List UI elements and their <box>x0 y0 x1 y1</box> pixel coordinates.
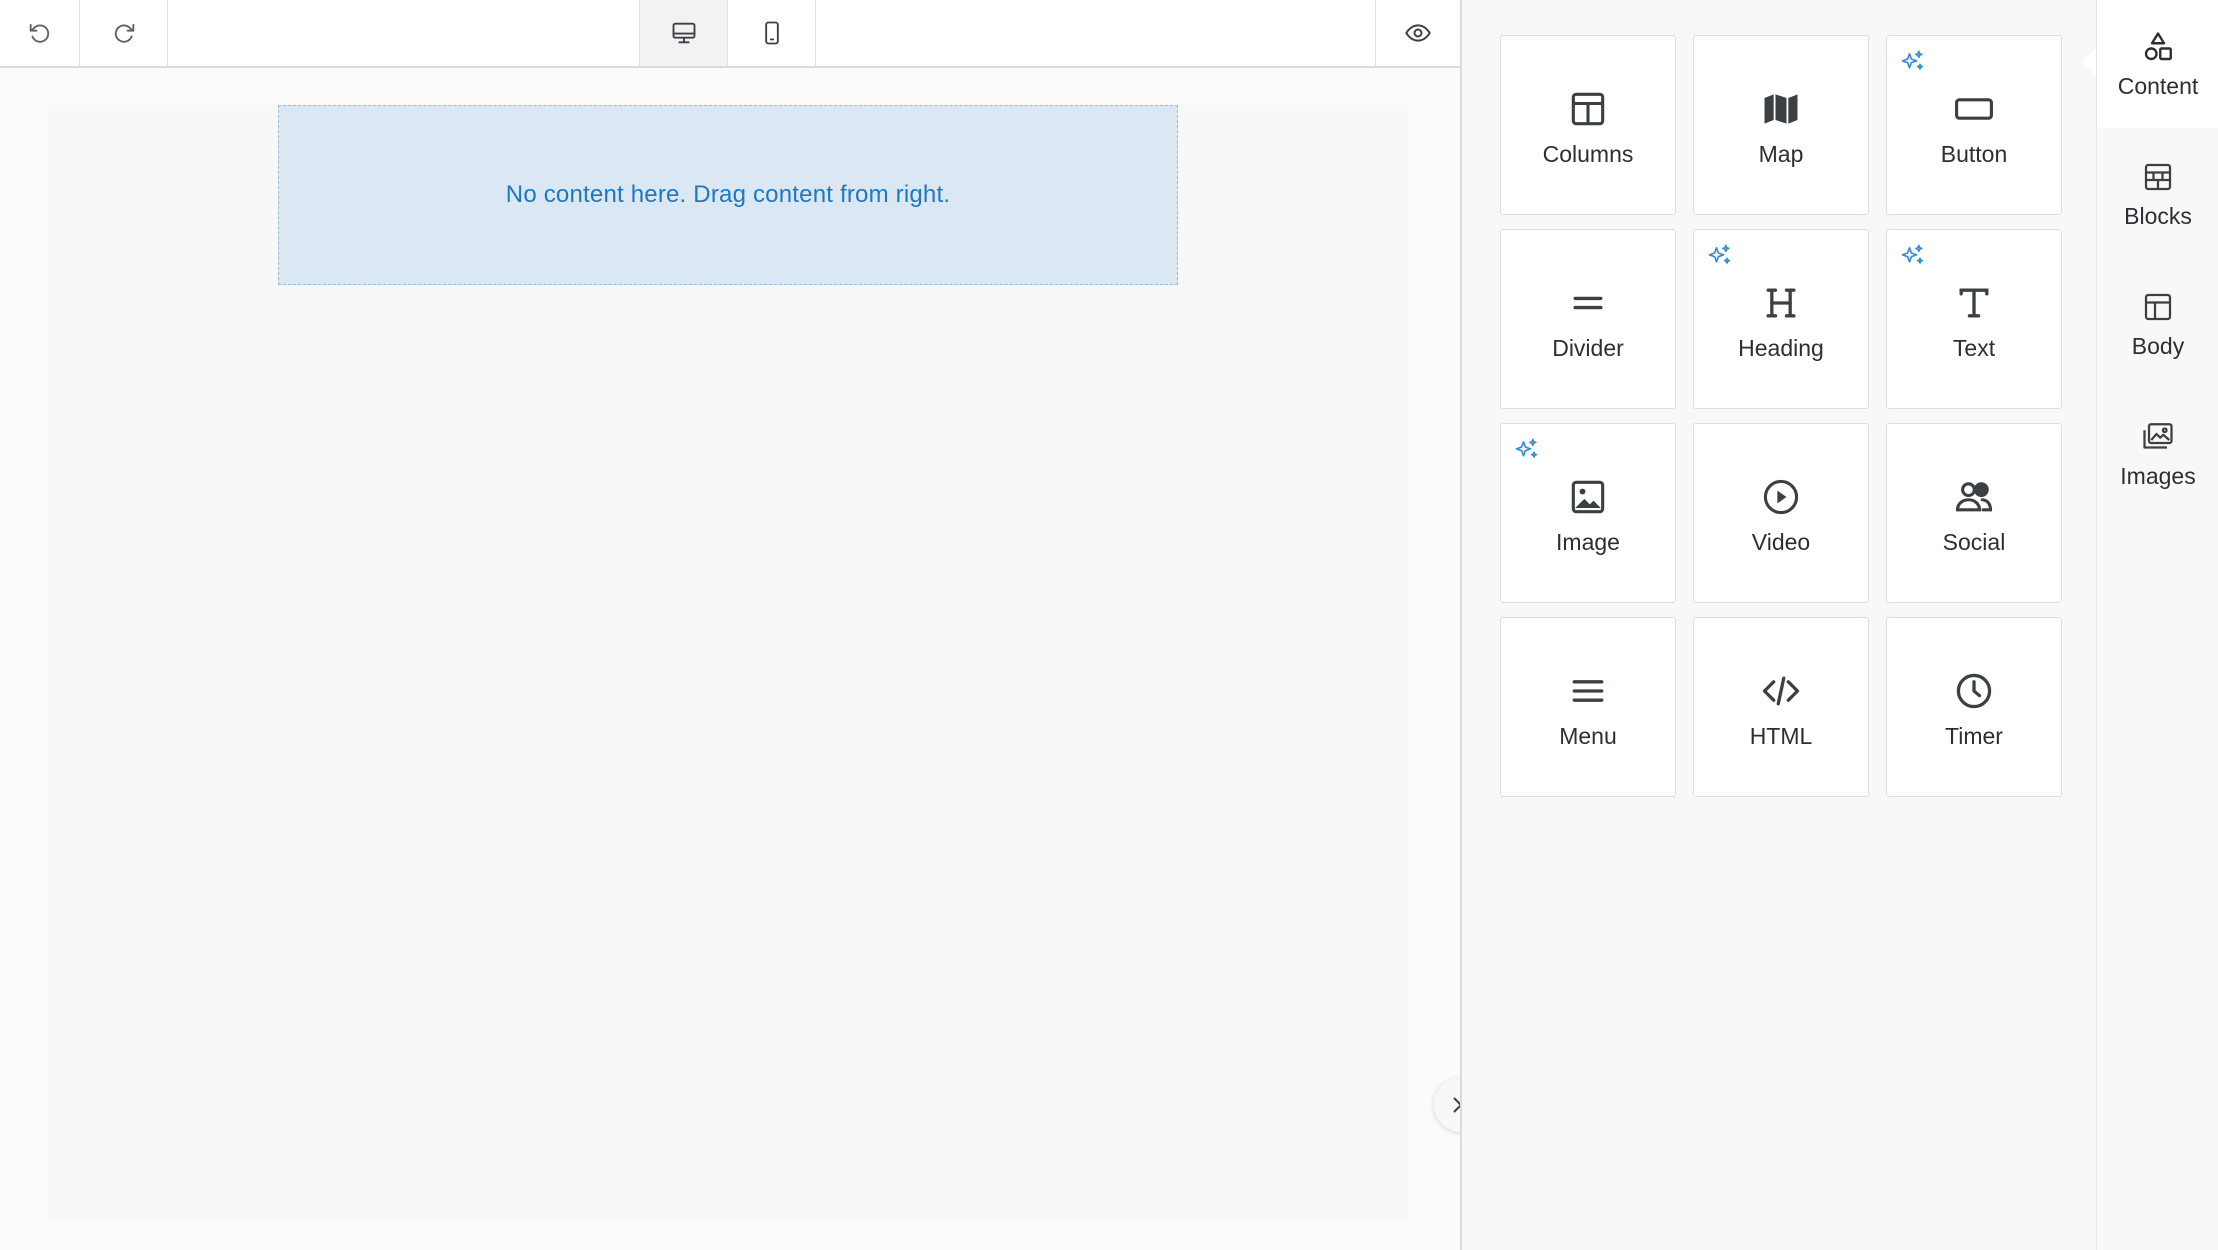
mobile-icon <box>764 21 779 45</box>
mobile-view-button[interactable] <box>728 0 816 66</box>
tool-text[interactable]: Text <box>1886 229 2062 409</box>
menu-icon <box>1572 679 1604 702</box>
tab-label: Body <box>2131 332 2185 359</box>
map-icon <box>1764 93 1798 124</box>
layout-icon <box>2144 293 2172 320</box>
text-icon <box>1959 288 1989 317</box>
code-icon <box>1762 676 1800 705</box>
tab-blocks[interactable]: Blocks <box>2097 130 2218 258</box>
images-icon <box>2143 422 2173 449</box>
undo-icon <box>29 23 49 43</box>
shapes-icon <box>2144 31 2172 60</box>
columns-icon <box>1571 92 1605 125</box>
social-icon <box>1955 481 1993 511</box>
dropzone-message: No content here. Drag content from right… <box>505 181 951 208</box>
tool-label: Columns <box>1542 140 1634 167</box>
canvas-wrapper: No content here. Drag content from right… <box>0 68 1460 1250</box>
tool-label: Social <box>1942 528 2006 555</box>
ai-sparkle-icon <box>1901 50 1924 70</box>
tool-label: Heading <box>1738 334 1824 361</box>
button-icon <box>1955 97 1993 120</box>
tool-timer[interactable]: Timer <box>1886 617 2062 797</box>
content-panel: Columns Map Button Divider Heading Text … <box>1460 0 2096 1250</box>
tool-label: Video <box>1751 528 1811 555</box>
editor-toolbar <box>0 0 1460 68</box>
empty-dropzone[interactable]: No content here. Drag content from right… <box>278 105 1178 285</box>
ai-sparkle-icon <box>1708 244 1731 264</box>
tool-label: Timer <box>1945 722 2003 749</box>
active-tab-pointer <box>2082 48 2096 76</box>
tool-menu[interactable]: Menu <box>1500 617 1676 797</box>
tab-images[interactable]: Images <box>2097 390 2218 518</box>
tool-video[interactable]: Video <box>1693 423 1869 603</box>
tool-map[interactable]: Map <box>1693 35 1869 215</box>
image-icon <box>1571 480 1605 513</box>
tool-divider[interactable]: Divider <box>1500 229 1676 409</box>
tool-social[interactable]: Social <box>1886 423 2062 603</box>
clock-icon <box>1956 673 1992 708</box>
email-canvas: No content here. Drag content from right… <box>48 105 1408 1220</box>
tool-label: Map <box>1758 140 1804 167</box>
redo-button[interactable] <box>80 0 168 66</box>
divider-icon <box>1573 296 1603 309</box>
tab-content[interactable]: Content <box>2097 0 2218 128</box>
tool-label: Image <box>1556 528 1620 555</box>
eye-icon <box>1405 24 1431 42</box>
tool-columns[interactable]: Columns <box>1500 35 1676 215</box>
tool-label: Menu <box>1559 722 1617 749</box>
tool-html[interactable]: HTML <box>1693 617 1869 797</box>
side-tabs: Content Blocks Body Images <box>2096 0 2218 1250</box>
desktop-icon <box>672 22 695 44</box>
blocks-icon <box>2144 163 2172 190</box>
ai-sparkle-icon <box>1901 244 1924 264</box>
tab-label: Images <box>2120 462 2196 489</box>
video-icon <box>1763 479 1799 514</box>
tool-heading[interactable]: Heading <box>1693 229 1869 409</box>
tool-label: Button <box>1940 140 2008 167</box>
ai-sparkle-icon <box>1515 438 1538 458</box>
tab-label: Blocks <box>2124 202 2192 229</box>
editor-area: No content here. Drag content from right… <box>0 0 1488 1250</box>
redo-icon <box>114 23 134 43</box>
tool-image[interactable]: Image <box>1500 423 1676 603</box>
undo-button[interactable] <box>0 0 80 66</box>
tab-body[interactable]: Body <box>2097 260 2218 388</box>
tab-label: Content <box>2117 72 2199 99</box>
tool-label: Text <box>1952 334 1996 361</box>
tool-label: Divider <box>1552 334 1624 361</box>
heading-icon <box>1766 288 1796 317</box>
tool-button[interactable]: Button <box>1886 35 2062 215</box>
desktop-view-button[interactable] <box>639 0 728 66</box>
tool-label: HTML <box>1749 722 1813 749</box>
preview-button[interactable] <box>1375 0 1460 66</box>
